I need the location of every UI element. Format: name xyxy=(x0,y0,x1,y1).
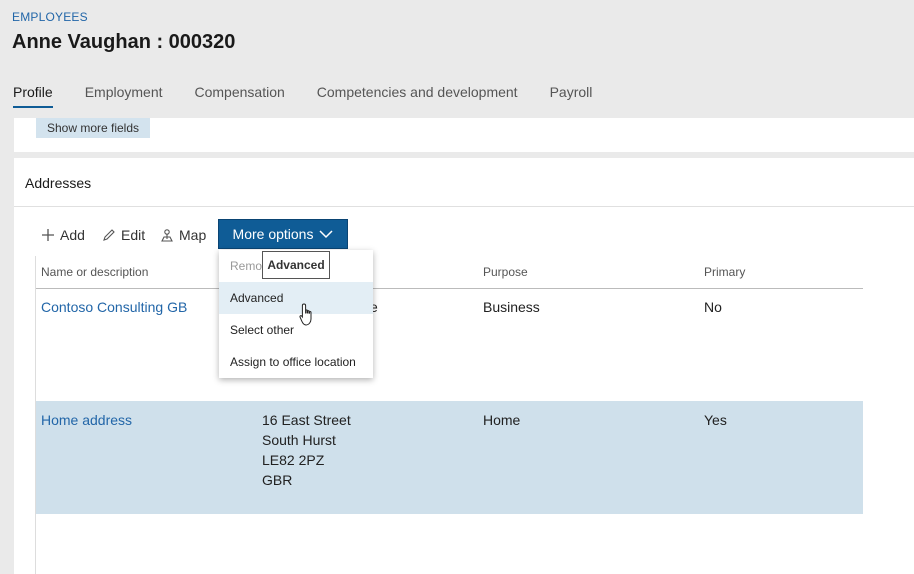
address-line: GBR xyxy=(262,472,293,488)
more-options-label: More options xyxy=(232,226,314,242)
page-header: EMPLOYEES Anne Vaughan : 000320 Profile … xyxy=(0,0,914,118)
divider xyxy=(14,206,914,207)
column-header-purpose[interactable]: Purpose xyxy=(483,265,528,279)
edit-label: Edit xyxy=(121,227,146,243)
menu-item-advanced[interactable]: Advanced xyxy=(219,282,373,314)
tab-compensation[interactable]: Compensation xyxy=(195,84,285,108)
grid-header: Name or description Purpose Primary xyxy=(36,256,863,289)
hand-cursor-icon xyxy=(299,303,312,326)
tab-profile[interactable]: Profile xyxy=(13,84,53,108)
column-header-primary[interactable]: Primary xyxy=(704,265,745,279)
column-header-name[interactable]: Name or description xyxy=(41,265,148,279)
plus-icon xyxy=(42,229,54,241)
more-options-button[interactable]: More options xyxy=(219,220,347,248)
tab-employment[interactable]: Employment xyxy=(85,84,163,108)
row-purpose: Business xyxy=(483,299,540,315)
edit-button[interactable]: Edit xyxy=(102,227,145,243)
row-purpose: Home xyxy=(483,412,521,428)
map-label: Map xyxy=(179,227,207,243)
pencil-icon xyxy=(103,229,115,241)
row-primary: Yes xyxy=(704,412,727,428)
menu-item-assign-office[interactable]: Assign to office location xyxy=(219,346,373,378)
breadcrumb[interactable]: EMPLOYEES xyxy=(12,10,88,24)
addresses-title[interactable]: Addresses xyxy=(25,175,91,191)
table-row[interactable]: Home address 16 East Street South Hurst … xyxy=(36,401,863,514)
profile-card: Show more fields xyxy=(14,118,914,152)
chevron-down-icon xyxy=(319,230,333,239)
tooltip: Advanced xyxy=(262,251,330,279)
table-row[interactable]: Contoso Consulting GB e Business No xyxy=(36,288,863,400)
page-title: Anne Vaughan : 000320 xyxy=(12,31,236,53)
row-primary: No xyxy=(704,299,722,315)
map-button[interactable]: Map xyxy=(160,227,206,243)
show-more-fields-button[interactable]: Show more fields xyxy=(36,118,150,138)
tab-competencies[interactable]: Competencies and development xyxy=(317,84,518,108)
address-line: LE82 2PZ xyxy=(262,452,325,468)
tab-bar: Profile Employment Compensation Competen… xyxy=(13,84,624,108)
row-name[interactable]: Home address xyxy=(41,410,132,430)
add-label: Add xyxy=(60,227,85,243)
row-name[interactable]: Contoso Consulting GB xyxy=(41,297,187,317)
menu-item-select-other[interactable]: Select other xyxy=(219,314,373,346)
address-line: South Hurst xyxy=(262,432,336,448)
addresses-grid: Name or description Purpose Primary Cont… xyxy=(35,256,863,574)
tab-payroll[interactable]: Payroll xyxy=(550,84,593,108)
addresses-card: Addresses Add Edit Map More options Name… xyxy=(14,158,914,574)
map-pin-icon xyxy=(161,229,173,242)
address-line: 16 East Street xyxy=(262,412,351,428)
add-button[interactable]: Add xyxy=(41,227,85,243)
row-address: 16 East Street South Hurst LE82 2PZ GBR xyxy=(262,410,351,490)
